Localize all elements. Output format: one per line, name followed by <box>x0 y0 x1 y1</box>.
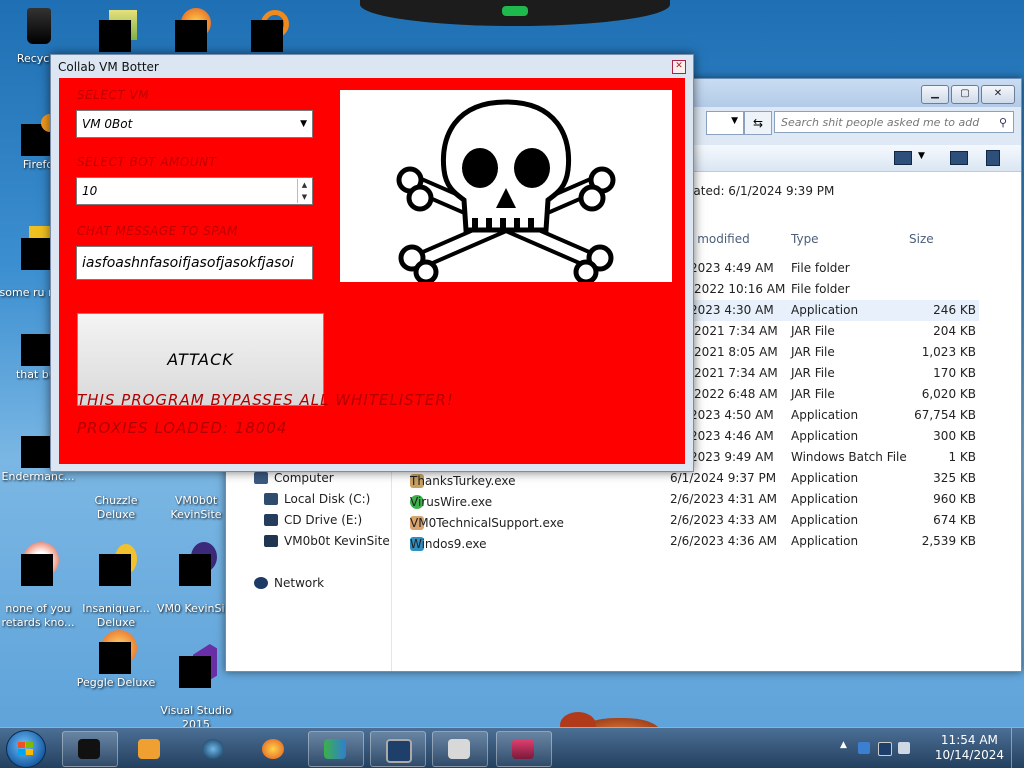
shortcut-icon <box>171 8 213 52</box>
bypass-notice: THIS PROGRAM BYPASSES ALL WHITELISTER! <box>77 391 454 409</box>
taskbar-paint[interactable] <box>496 731 552 767</box>
insaniquarium-icon <box>95 542 137 586</box>
spinner-arrows-icon[interactable]: ▲ ▼ <box>297 179 311 203</box>
chat-message-label: CHAT MESSAGE TO SPAM <box>77 224 238 238</box>
help-icon[interactable] <box>986 150 1000 166</box>
bot-amount-label: SELECT BOT AMOUNT <box>77 155 217 169</box>
network-icon[interactable] <box>878 742 892 756</box>
firefox-icon <box>17 542 59 586</box>
taskbar-media-player[interactable] <box>122 731 178 767</box>
bot-amount-stepper[interactable]: 10 ▲ ▼ <box>76 177 313 205</box>
close-button[interactable]: ✕ <box>672 60 686 74</box>
media-player-icon <box>138 739 160 759</box>
botter-panel: SELECT VM VM 0Bot ▼ SELECT BOT AMOUNT 10… <box>59 78 685 464</box>
desktop-icon-none-of-you[interactable]: none of you retards kno... <box>0 528 80 644</box>
column-header-type[interactable]: Type <box>791 232 819 246</box>
desktop: { "desktop": { "icons": [ {"label": "Rec… <box>0 0 1024 768</box>
search-input[interactable]: Search shit people asked me to add ⚲ <box>774 111 1014 133</box>
taskbar-messenger[interactable] <box>308 731 364 767</box>
app-icon <box>78 739 100 759</box>
monitor-icon <box>386 739 412 763</box>
shortcut-icon <box>95 8 137 52</box>
taskbar: ▲ 11:54 AM 10/14/2024 <box>0 727 1024 768</box>
taskbar-java[interactable] <box>432 731 488 767</box>
messenger-icon <box>324 739 346 759</box>
desktop-icon-insaniquarium[interactable]: Insaniquar... Deluxe <box>74 528 158 644</box>
network-icon <box>254 577 268 589</box>
address-dropdown[interactable]: ▼ <box>706 111 744 135</box>
close-icon: ✕ <box>675 61 683 71</box>
peggle-icon <box>95 630 137 674</box>
file-row[interactable]: VirusWire.exe 2/6/2023 4:31 AM Applicatio… <box>396 489 1021 510</box>
volume-icon[interactable] <box>898 742 910 754</box>
clock[interactable]: 11:54 AM 10/14/2024 <box>935 733 1004 763</box>
refresh-icon: ⇆ <box>752 116 764 130</box>
top-overlay <box>360 0 670 26</box>
minimize-button[interactable]: ▁ <box>921 85 949 104</box>
status-led <box>502 6 528 16</box>
preview-pane-icon[interactable] <box>950 151 968 165</box>
skull-image <box>340 90 672 285</box>
nav-network[interactable]: Network <box>254 576 324 590</box>
recycle-bin-icon <box>17 6 59 48</box>
desktop-icon-peggle-deluxe[interactable]: Peggle Deluxe <box>74 630 158 690</box>
system-tray: ▲ 11:54 AM 10/14/2024 <box>834 728 1024 768</box>
globe-icon <box>202 739 224 759</box>
tray-app-icon[interactable] <box>858 742 870 754</box>
cd-drive-icon <box>264 514 278 526</box>
taskbar-botter[interactable] <box>62 731 118 767</box>
refresh-button[interactable]: ⇆ <box>744 111 772 135</box>
firefox-icon <box>262 739 284 759</box>
java-icon <box>448 739 470 759</box>
shortcut-icon <box>247 8 289 52</box>
nav-local-disk[interactable]: Local Disk (C:) <box>264 492 370 506</box>
chevron-down-icon: ▼ <box>300 119 307 129</box>
network-drive-icon <box>264 535 278 547</box>
change-view-icon[interactable] <box>894 151 912 165</box>
close-button[interactable]: ✕ <box>981 85 1015 104</box>
start-button[interactable] <box>6 730 46 768</box>
windows-logo-icon <box>18 742 33 755</box>
paint-icon <box>512 739 534 759</box>
select-vm-label: SELECT VM <box>77 88 150 102</box>
chevron-down-icon: ▼ <box>731 116 738 126</box>
skull-crossbones-icon <box>396 99 616 285</box>
column-header-modified[interactable]: e modified <box>686 232 750 246</box>
show-desktop-button[interactable] <box>1011 728 1024 768</box>
hard-drive-icon <box>264 493 278 505</box>
chevron-down-icon[interactable]: ▼ <box>918 151 925 161</box>
taskbar-firefox[interactable] <box>246 731 302 767</box>
window-controls: ▁ ▢ ✕ <box>921 85 1015 104</box>
vm-select[interactable]: VM 0Bot ▼ <box>76 110 313 138</box>
computer-icon <box>254 472 268 484</box>
chat-message-input[interactable]: iasfoashnfasoifjasofjasokfjasoi <box>76 246 313 280</box>
botter-title: Collab VM Botter <box>58 60 159 74</box>
search-icon: ⚲ <box>998 116 1007 129</box>
desktop-icon-top-4[interactable] <box>226 8 310 54</box>
desktop-icon-top-3[interactable] <box>150 8 234 54</box>
show-hidden-icons-icon[interactable]: ▲ <box>840 740 847 750</box>
website-icon <box>175 542 217 586</box>
nav-cd-drive[interactable]: CD Drive (E:) <box>264 513 362 527</box>
desktop-icon-top-2[interactable] <box>74 8 158 54</box>
nav-computer[interactable]: Computer <box>254 471 334 485</box>
file-row[interactable]: Windos9.exe 2/6/2023 4:36 AM Application 2… <box>396 531 1021 552</box>
taskbar-globe[interactable] <box>186 731 242 767</box>
taskbar-remote-desktop[interactable] <box>370 731 426 767</box>
created-date: eated: 6/1/2024 9:39 PM <box>686 184 835 198</box>
proxies-count: PROXIES LOADED: 18004 <box>77 419 288 437</box>
file-row[interactable]: VM0TechnicalSupport.exe 2/6/2023 4:33 AM… <box>396 510 1021 531</box>
nav-vm-site[interactable]: VM0b0t KevinSite <box>264 534 390 548</box>
visual-studio-icon <box>175 644 217 688</box>
column-header-size[interactable]: Size <box>909 232 934 246</box>
botter-window[interactable]: Collab VM Botter ✕ SELECT VM VM 0Bot ▼ S… <box>50 54 694 472</box>
maximize-button[interactable]: ▢ <box>951 85 979 104</box>
